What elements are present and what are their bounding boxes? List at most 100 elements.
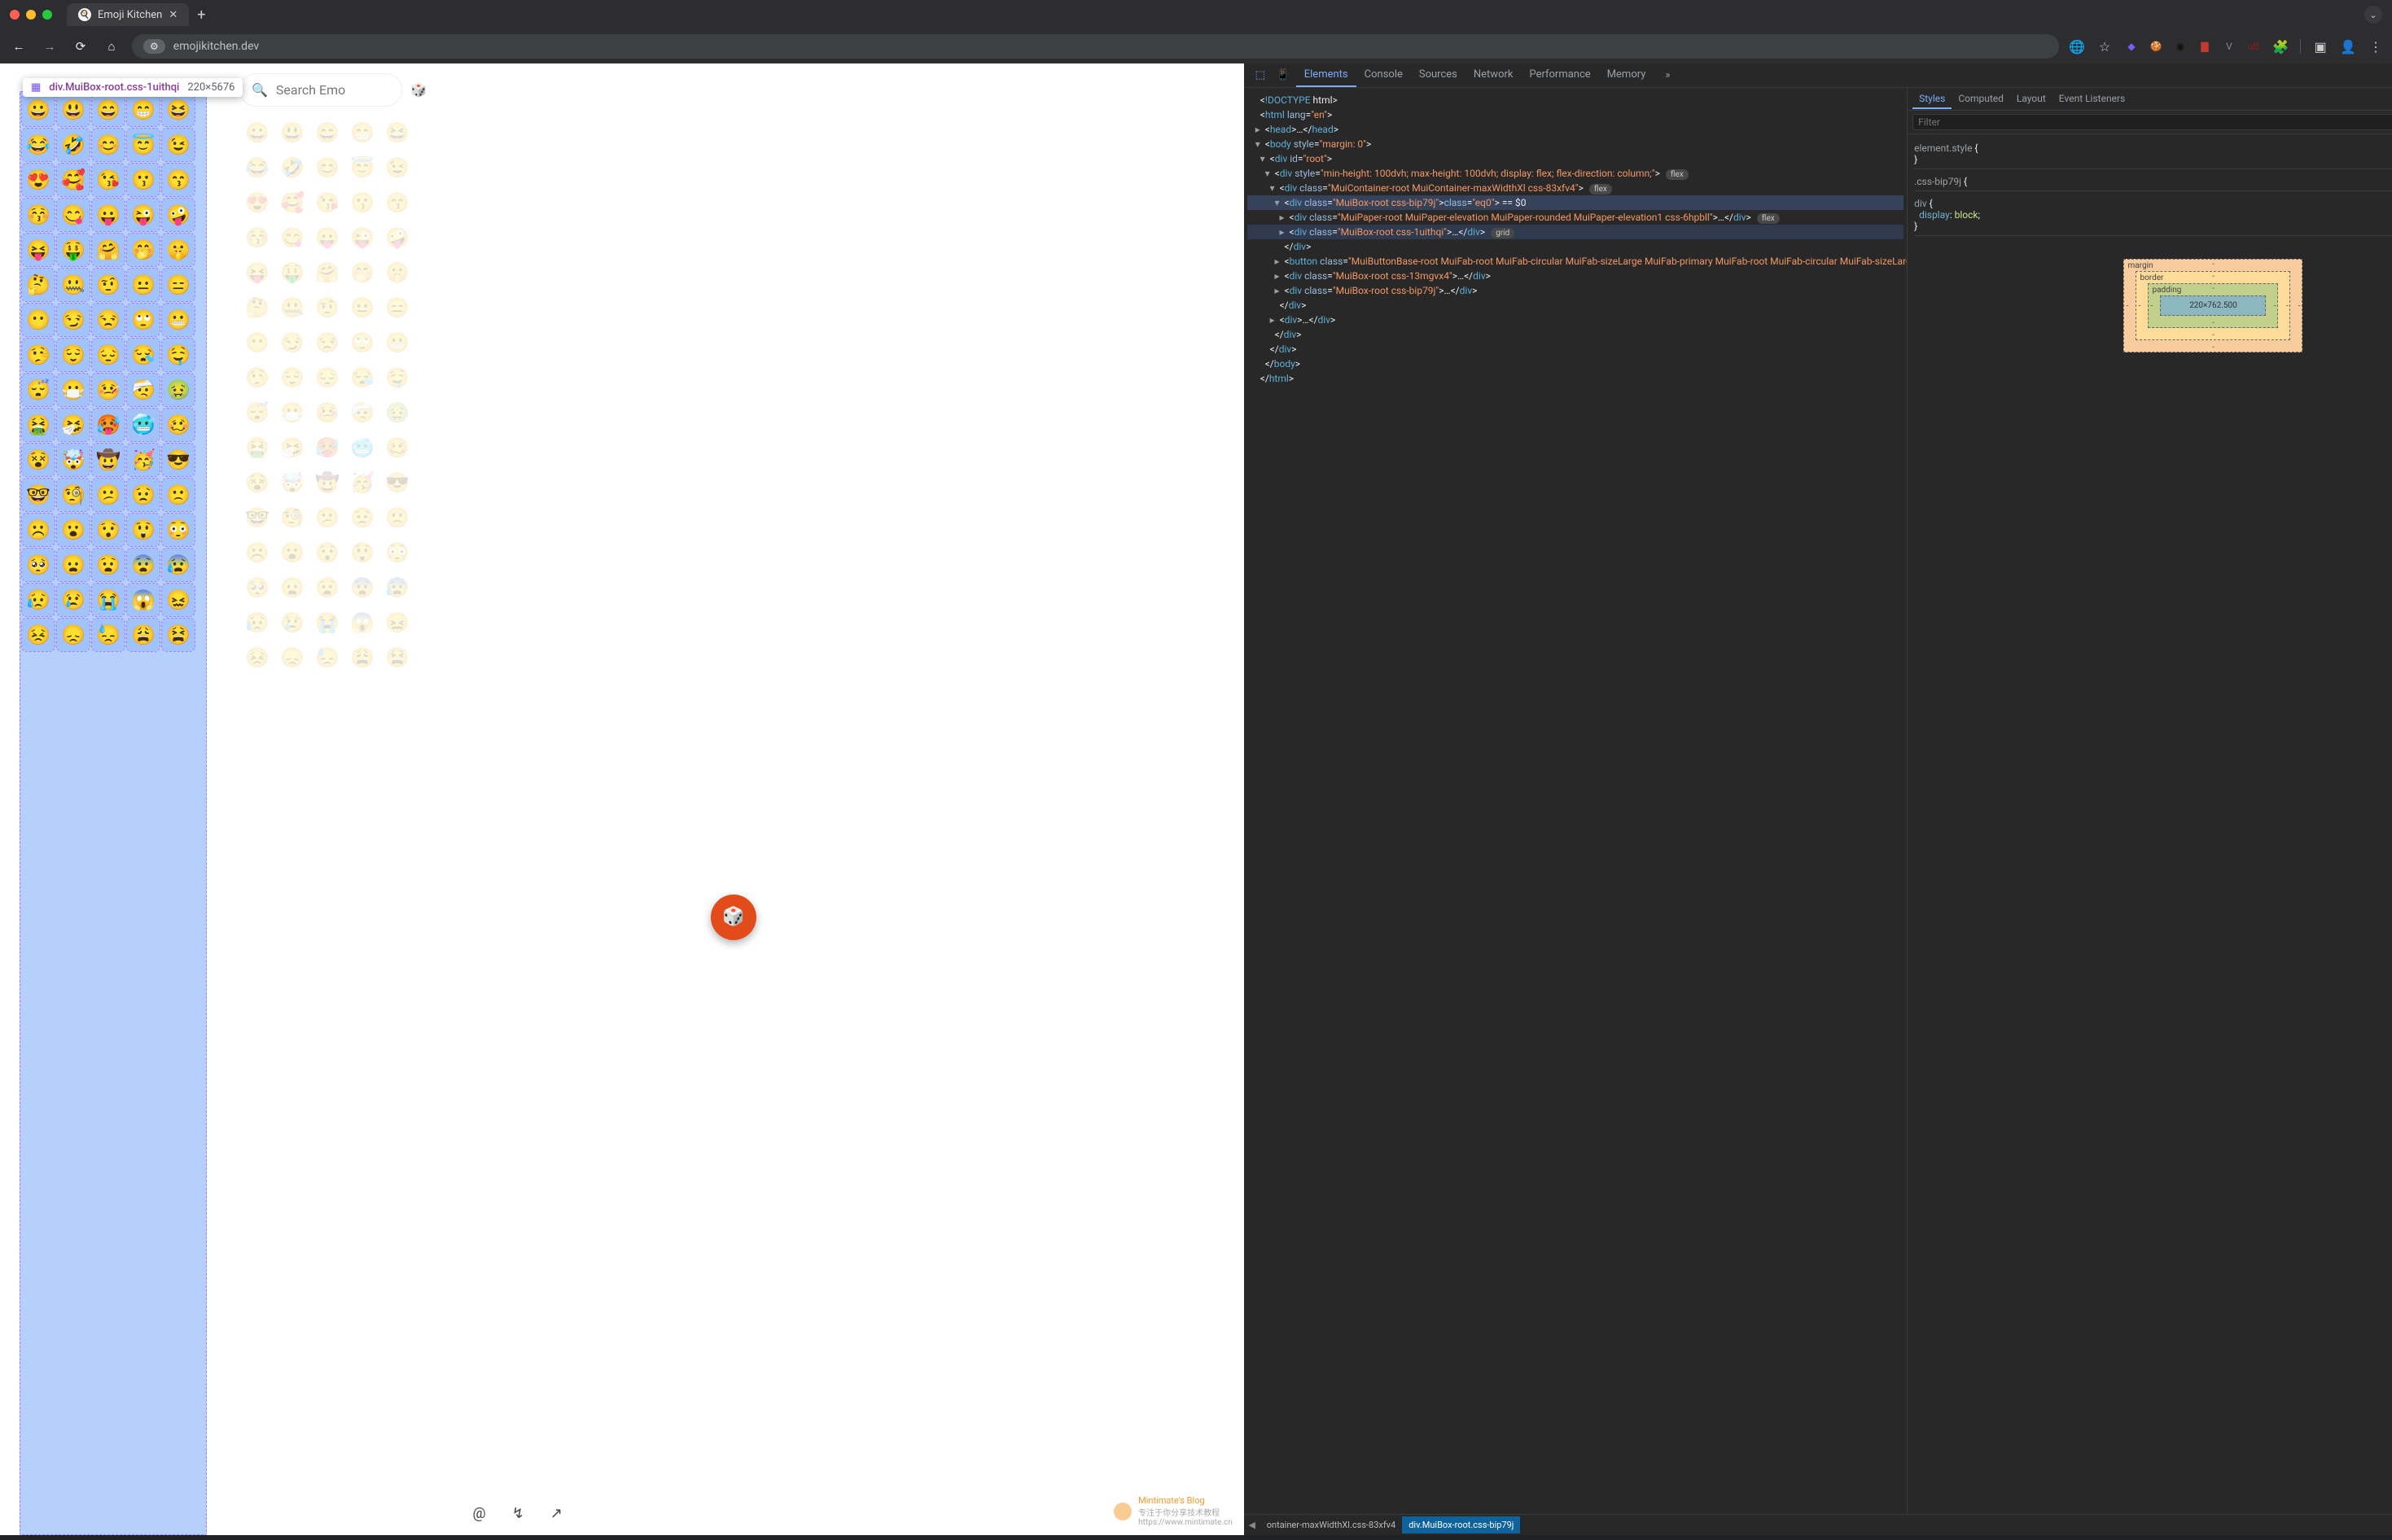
emoji-cell[interactable]: 😶: [22, 304, 55, 336]
dom-line[interactable]: ▸<button class="MuiButtonBase-root MuiFa…: [1247, 254, 1904, 269]
emoji-cell[interactable]: 😧: [92, 549, 125, 581]
emoji-cell[interactable]: 🤭: [127, 234, 160, 266]
emoji-cell[interactable]: 😱: [127, 584, 160, 616]
emoji-cell[interactable]: 🤗: [311, 256, 344, 289]
emoji-cell[interactable]: 🙁: [162, 479, 195, 511]
emoji-cell[interactable]: 😩: [127, 619, 160, 651]
styles-tab-styles[interactable]: Styles: [1912, 90, 1952, 109]
reload-button[interactable]: ⟳: [70, 36, 91, 57]
emoji-cell[interactable]: 🥶: [346, 431, 379, 464]
emoji-cell[interactable]: 😘: [92, 164, 125, 196]
emoji-cell[interactable]: 😐: [346, 291, 379, 324]
emoji-cell[interactable]: 😑: [162, 269, 195, 301]
maximize-window-icon[interactable]: [42, 10, 52, 20]
emoji-cell[interactable]: 😌: [276, 361, 309, 394]
emoji-cell[interactable]: 🥵: [311, 431, 344, 464]
dom-line[interactable]: <html lang="en">: [1247, 107, 1904, 122]
styles-tab-computed[interactable]: Computed: [1952, 90, 2010, 109]
link-icon[interactable]: ↯: [512, 1505, 524, 1522]
devtools-tab-console[interactable]: Console: [1356, 63, 1411, 87]
emoji-cell[interactable]: 😓: [92, 619, 125, 651]
dom-line[interactable]: </body>: [1247, 357, 1904, 371]
emoji-cell[interactable]: 😞: [57, 619, 90, 651]
emoji-cell[interactable]: 🤥: [22, 339, 55, 371]
emoji-cell[interactable]: 😆: [381, 116, 414, 149]
emoji-cell[interactable]: 😬: [162, 304, 195, 336]
styles-tab-layout[interactable]: Layout: [2010, 90, 2052, 109]
emoji-cell[interactable]: 🤔: [241, 291, 274, 324]
style-rule[interactable]: .css-bip79j {</span><br>&nbsp;&nbsp;<spa…: [1914, 173, 2392, 191]
emoji-cell[interactable]: 🤢: [381, 396, 414, 429]
translate-icon[interactable]: 🌐: [2069, 38, 2085, 55]
emoji-cell[interactable]: 😎: [381, 466, 414, 499]
emoji-cell[interactable]: 😣: [22, 619, 55, 651]
emoji-cell[interactable]: 🤐: [57, 269, 90, 301]
emoji-cell[interactable]: 😎: [162, 444, 195, 476]
emoji-cell[interactable]: 🤣: [276, 151, 309, 184]
emoji-cell[interactable]: 🥳: [127, 444, 160, 476]
emoji-cell[interactable]: 🤮: [22, 409, 55, 441]
emoji-cell[interactable]: 😏: [276, 326, 309, 359]
back-button[interactable]: ←: [8, 36, 29, 57]
emoji-cell[interactable]: 😓: [311, 641, 344, 674]
emoji-cell[interactable]: 😜: [127, 199, 160, 231]
emoji-cell[interactable]: 😰: [162, 549, 195, 581]
emoji-cell[interactable]: 😀: [241, 116, 274, 149]
emoji-cell[interactable]: 😝: [22, 234, 55, 266]
dom-line[interactable]: ▸<div class="MuiBox-root css-13mgvx4">…<…: [1247, 269, 1904, 283]
emoji-cell[interactable]: 🤧: [57, 409, 90, 441]
emoji-cell[interactable]: 😯: [311, 536, 344, 569]
emoji-cell[interactable]: 😢: [57, 584, 90, 616]
dom-line[interactable]: ▸<head>…</head>: [1247, 122, 1904, 137]
emoji-cell[interactable]: 😕: [311, 501, 344, 534]
emoji-cell[interactable]: 😴: [22, 374, 55, 406]
devtools-tab-sources[interactable]: Sources: [1411, 63, 1465, 87]
tab-dropdown-icon[interactable]: ⌄: [2364, 6, 2382, 24]
forward-button[interactable]: →: [39, 36, 60, 57]
styles-filter-input[interactable]: [1912, 114, 2392, 130]
emoji-cell[interactable]: 😖: [162, 584, 195, 616]
emoji-cell[interactable]: 😔: [311, 361, 344, 394]
emoji-cell[interactable]: 😗: [346, 186, 379, 219]
emoji-cell[interactable]: 🤪: [162, 199, 195, 231]
style-rule[interactable]: div {user agent stylesheet display: bloc…: [1914, 195, 2392, 236]
emoji-cell[interactable]: 🤫: [162, 234, 195, 266]
emoji-cell[interactable]: 😂: [22, 129, 55, 161]
emoji-cell[interactable]: 😯: [92, 514, 125, 546]
dom-line[interactable]: ▸<div class="MuiBox-root css-1uithqi">…<…: [1247, 225, 1904, 239]
search-input[interactable]: 🔍 Search Emo: [239, 73, 402, 107]
breadcrumb-item[interactable]: div.MuiBox-root.css-bip79j: [1402, 1516, 1520, 1533]
emoji-cell[interactable]: 😟: [127, 479, 160, 511]
open-external-icon[interactable]: ↗: [550, 1505, 563, 1522]
emoji-cell[interactable]: 🤤: [381, 361, 414, 394]
browser-tab[interactable]: 🍳 Emoji Kitchen ✕: [67, 3, 189, 26]
emoji-cell[interactable]: 😚: [22, 199, 55, 231]
inspect-element-icon[interactable]: ⬚: [1251, 66, 1270, 85]
emoji-cell[interactable]: 😶: [241, 326, 274, 359]
emoji-cell[interactable]: 😁: [346, 116, 379, 149]
emoji-cell[interactable]: 😄: [311, 116, 344, 149]
emoji-cell[interactable]: 😨: [346, 571, 379, 604]
dom-line[interactable]: ▾<div class="MuiContainer-root MuiContai…: [1247, 181, 1904, 195]
emoji-cell[interactable]: 🤑: [57, 234, 90, 266]
style-rules[interactable]: element.style {}.css-bip79j {</span><br>…: [1908, 134, 2392, 244]
dom-line[interactable]: </div>: [1247, 342, 1904, 357]
emoji-cell[interactable]: 😃: [276, 116, 309, 149]
emoji-cell[interactable]: 😃: [57, 94, 90, 126]
dom-line[interactable]: ▸<div>…</div>: [1247, 313, 1904, 327]
emoji-cell[interactable]: 😛: [92, 199, 125, 231]
emoji-cell[interactable]: 🥰: [276, 186, 309, 219]
emoji-cell[interactable]: 😔: [92, 339, 125, 371]
emoji-cell[interactable]: 😀: [22, 94, 55, 126]
emoji-cell[interactable]: 😁: [127, 94, 160, 126]
browser-menu-icon[interactable]: ⋮: [2368, 38, 2384, 55]
emoji-cell[interactable]: 🤨: [311, 291, 344, 324]
emoji-cell[interactable]: 🙄: [346, 326, 379, 359]
emoji-cell[interactable]: 😦: [57, 549, 90, 581]
emoji-cell[interactable]: 😘: [311, 186, 344, 219]
emoji-cell[interactable]: 😙: [381, 186, 414, 219]
emoji-cell[interactable]: 🥴: [162, 409, 195, 441]
emoji-cell[interactable]: 🤧: [276, 431, 309, 464]
ext-circle[interactable]: ◉: [2173, 39, 2188, 54]
emoji-cell[interactable]: 😲: [127, 514, 160, 546]
